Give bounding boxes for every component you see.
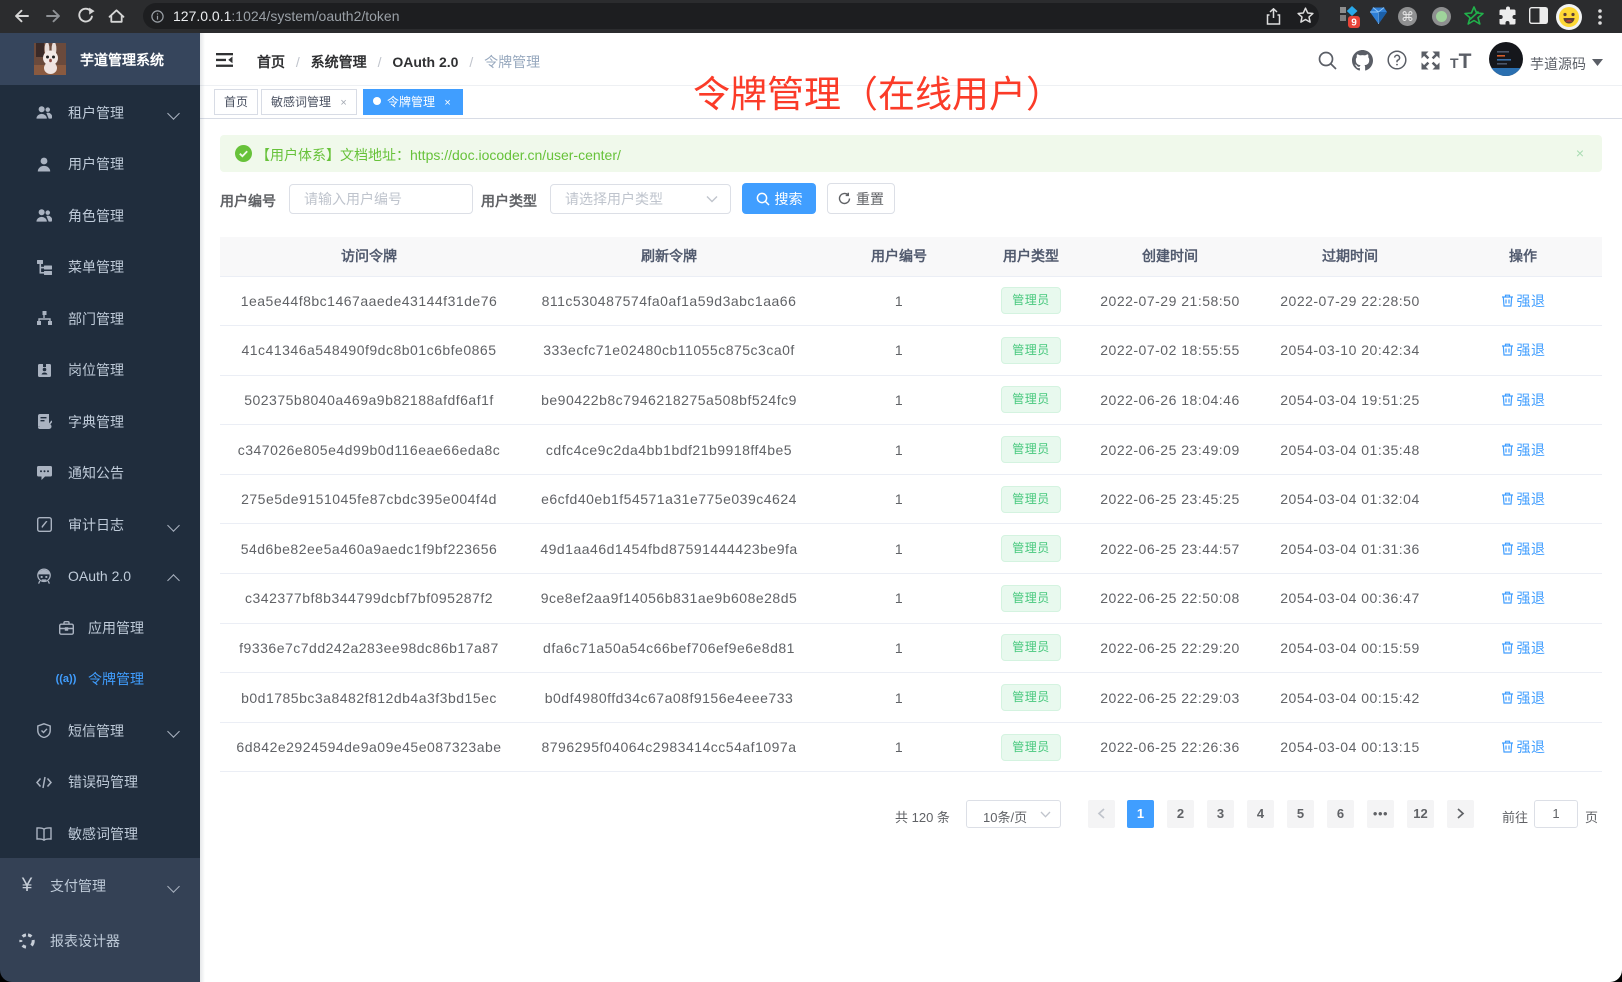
svg-text:⌘: ⌘ xyxy=(1401,9,1414,24)
svg-text:9: 9 xyxy=(1351,18,1357,29)
